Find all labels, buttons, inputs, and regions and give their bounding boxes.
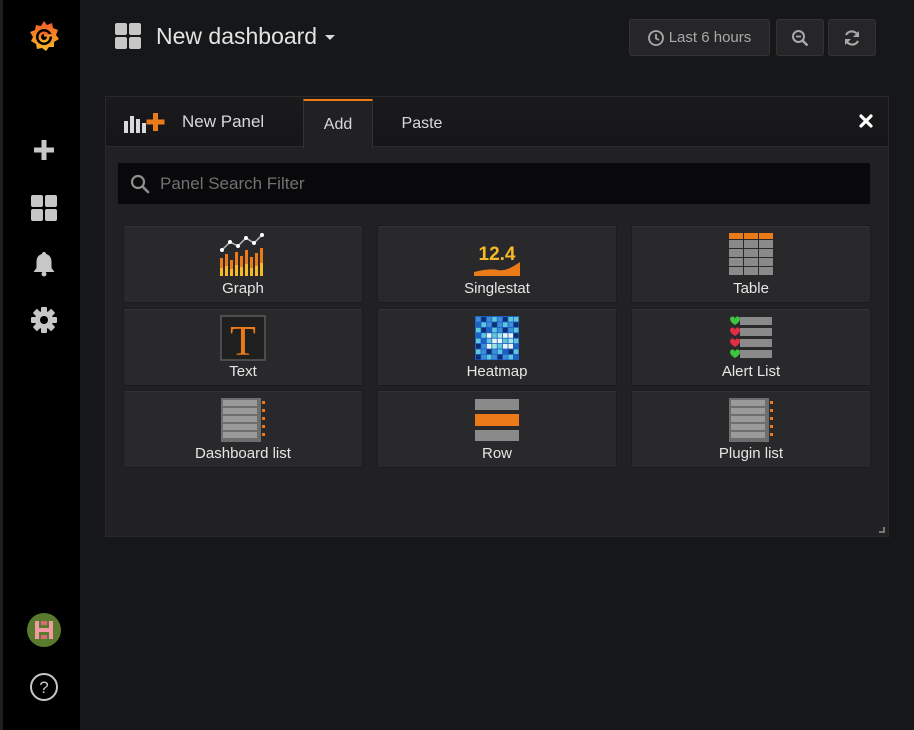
panel-title: New Panel [182,112,265,131]
close-icon[interactable] [856,111,876,131]
panel-card-singlestat[interactable]: 12.4 Singlestat [377,225,617,303]
gear-icon[interactable] [26,302,62,338]
svg-text:T: T [230,319,256,361]
grafana-logo-icon[interactable] [26,18,62,54]
text-icon: T [220,315,266,361]
zoom-out-icon [792,29,809,46]
svg-text:12.4: 12.4 [479,244,516,265]
panel-card-label: Singlestat [464,280,530,297]
panel-card-label: Table [733,280,769,297]
tab-add[interactable]: Add [303,99,373,148]
panel-header-title: New Panel [122,97,264,147]
add-panel-icon [124,113,165,133]
top-navbar: New dashboard Last 6 hours [80,0,914,78]
panel-card-label: Graph [222,280,264,297]
panel-search-input[interactable] [160,173,840,194]
bell-icon[interactable] [26,246,62,282]
panel-card-text[interactable]: T Text [123,308,363,386]
row-icon [475,399,519,441]
add-panel: New Panel Add Paste Graph 12.4 Singlesta… [105,96,889,537]
tab-paste[interactable]: Paste [386,99,458,148]
tab-add-label: Add [323,115,353,133]
help-icon[interactable]: ? [26,669,62,705]
user-avatar-icon[interactable] [26,612,62,648]
panel-search [117,162,871,205]
dashboard-title: New dashboard [156,22,318,49]
panel-card-label: Heatmap [466,363,528,380]
alert-list-icon [730,316,772,358]
panel-resize-handle[interactable] [879,527,885,533]
time-range-label: Last 6 hours [668,29,752,46]
caret-down-icon [325,35,336,40]
panel-card-label: Dashboard list [195,445,291,462]
panel-card-row[interactable]: Row [377,390,617,468]
panel-card-label: Row [481,445,512,462]
panel-card-alert-list[interactable]: Alert List [631,308,871,386]
panel-card-graph[interactable]: Graph [123,225,363,303]
heatmap-icon [475,316,519,360]
dashboards-icon[interactable] [26,190,62,226]
graph-icon [220,233,264,276]
time-range-picker[interactable]: Last 6 hours [629,19,770,56]
zoom-out-button[interactable] [776,19,824,56]
dashboard-list-icon [221,398,265,442]
panel-card-label: Plugin list [718,445,784,462]
tab-paste-label: Paste [401,114,443,132]
refresh-icon [844,29,860,46]
singlestat-icon: 12.4 [474,244,520,276]
create-plus-icon[interactable] [26,132,62,168]
panel-header: New Panel Add Paste [106,97,888,148]
panel-card-table[interactable]: Table [631,225,871,303]
svg-text:?: ? [39,678,48,697]
panel-card-heatmap[interactable]: Heatmap [377,308,617,386]
panel-card-dashboard-list[interactable]: Dashboard list [123,390,363,468]
panel-card-label: Alert List [721,363,781,380]
table-icon [729,233,773,275]
panel-card-plugin-list[interactable]: Plugin list [631,390,871,468]
refresh-button[interactable] [828,19,876,56]
dashboard-grid-icon [115,23,141,49]
plugin-list-icon [729,398,773,442]
clock-icon [647,29,664,46]
panel-card-label: Text [229,363,257,380]
search-icon [130,174,150,193]
sidemenu: ? [0,0,80,730]
dashboard-title-dropdown[interactable]: New dashboard [114,18,336,54]
